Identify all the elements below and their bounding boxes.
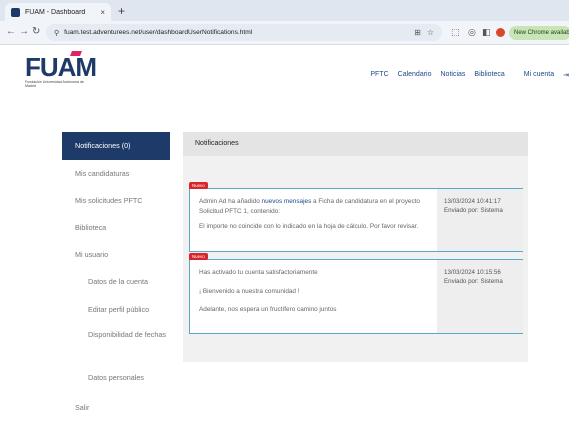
- notifications-panel: Notificaciones Nuevo Admin Ad ha añadido…: [183, 132, 528, 362]
- sidebar-item-biblioteca[interactable]: Biblioteca: [62, 214, 170, 241]
- tab-title: FUAM - Dashboard: [25, 8, 86, 16]
- notification-card[interactable]: Nuevo Admin Ad ha añadido nuevos mensaje…: [189, 182, 523, 252]
- notification-message: Has activado tu cuenta satisfactoriament…: [190, 260, 435, 321]
- browser-tab[interactable]: FUAM - Dashboard ×: [5, 3, 111, 21]
- url-text: fuam.test.adventurees.net/user/dashboard…: [64, 29, 253, 36]
- nav-mi-cuenta[interactable]: Mi cuenta: [524, 71, 554, 79]
- site-favicon-icon: [11, 7, 20, 17]
- notification-line: Admin Ad ha añadido nuevos mensajes a Fi…: [199, 197, 427, 216]
- translate-icon[interactable]: ⊞: [414, 28, 421, 37]
- logo-accent-mark: [70, 51, 82, 56]
- logout-icon[interactable]: ⇥: [563, 71, 569, 79]
- nav-calendario[interactable]: Calendario: [398, 71, 432, 79]
- site-info-icon[interactable]: ⚲: [54, 29, 59, 37]
- sidebar-subitem-datos-cuenta[interactable]: Datos de la cuenta: [62, 268, 170, 296]
- new-badge: Nuevo: [189, 253, 208, 260]
- notification-meta: 13/03/2024 10:41:17 Enviado por: Sistema: [437, 189, 523, 251]
- reload-icon[interactable]: ↻: [32, 26, 40, 38]
- logo-wordmark: FUAM: [25, 52, 97, 82]
- notification-date: 13/03/2024 10:41:17: [444, 198, 501, 205]
- address-bar[interactable]: ⚲ fuam.test.adventurees.net/user/dashboa…: [46, 24, 442, 41]
- sidebar-item-candidaturas[interactable]: Mis candidaturas: [62, 160, 170, 187]
- logo-subtitle: Fundación Universidad Autónoma de Madrid: [25, 80, 84, 89]
- notification-meta: 13/03/2024 10:15:56 Enviado por: Sistema: [437, 260, 523, 333]
- notification-date: 13/03/2024 10:15:56: [444, 269, 501, 276]
- nav-biblioteca[interactable]: Biblioteca: [474, 71, 504, 79]
- browser-tabstrip: FUAM - Dashboard × +: [0, 0, 569, 21]
- notification-sender: Enviado por: Sistema: [444, 278, 503, 285]
- sidebar-item-mi-usuario[interactable]: Mi usuario: [62, 241, 170, 268]
- forward-icon[interactable]: →: [19, 26, 29, 38]
- sidebar-subitem-disponibilidad[interactable]: Disponibilidad de fechas: [62, 324, 170, 364]
- nav-pftc[interactable]: PFTC: [370, 71, 388, 79]
- sidebar-item-notificaciones[interactable]: Notificaciones (0): [62, 132, 170, 160]
- extension-icon[interactable]: ⬚: [451, 26, 460, 38]
- sidebar-subitem-datos-personales[interactable]: Datos personales: [62, 364, 170, 392]
- account-sidebar: Notificaciones (0) Mis candidaturas Mis …: [62, 132, 170, 423]
- notification-line: Has activado tu cuenta satisfactoriament…: [199, 269, 318, 276]
- notification-sender: Enviado por: Sistema: [444, 207, 503, 214]
- browser-toolbar: ← → ↻ ⚲ fuam.test.adventurees.net/user/d…: [0, 21, 569, 45]
- notification-message: Admin Ad ha añadido nuevos mensajes a Fi…: [190, 189, 435, 238]
- back-icon[interactable]: ←: [6, 26, 16, 38]
- new-badge: Nuevo: [189, 182, 208, 189]
- notifications-list: Nuevo Admin Ad ha añadido nuevos mensaje…: [183, 156, 528, 362]
- site-header: FUAM Fundación Universidad Autónoma de M…: [0, 46, 569, 102]
- notification-line: Adelante, nos espera un fructífero camin…: [199, 306, 337, 313]
- sidepanel-icon[interactable]: ◧: [482, 26, 491, 38]
- profile-avatar-icon[interactable]: [496, 28, 505, 37]
- notification-line: El importe no coincide con lo indicado e…: [199, 223, 419, 230]
- close-icon[interactable]: ×: [100, 8, 105, 17]
- sidebar-subitem-editar-perfil[interactable]: Editar perfil público: [62, 296, 170, 324]
- notification-line: ¡ Bienvenido a nuestra comunidad !: [199, 287, 300, 295]
- sidebar-item-salir[interactable]: Salir: [62, 392, 170, 423]
- main-nav: PFTC Calendario Noticias Biblioteca Mi c…: [370, 71, 569, 79]
- new-messages-link[interactable]: nuevos mensajes: [262, 198, 312, 205]
- notification-card[interactable]: Nuevo Has activado tu cuenta satisfactor…: [189, 253, 523, 334]
- nav-noticias[interactable]: Noticias: [441, 71, 466, 79]
- sidebar-item-solicitudes[interactable]: Mis solicitudes PFTC: [62, 187, 170, 214]
- bookmark-star-icon[interactable]: ☆: [427, 28, 434, 37]
- history-icon[interactable]: ◎: [468, 26, 476, 38]
- notification-text: Admin Ad ha añadido: [199, 198, 262, 205]
- fuam-logo[interactable]: FUAM Fundación Universidad Autónoma de M…: [25, 51, 97, 94]
- chrome-update-button[interactable]: New Chrome available: [509, 26, 569, 40]
- panel-title: Notificaciones: [183, 132, 528, 156]
- new-tab-icon[interactable]: +: [118, 4, 125, 18]
